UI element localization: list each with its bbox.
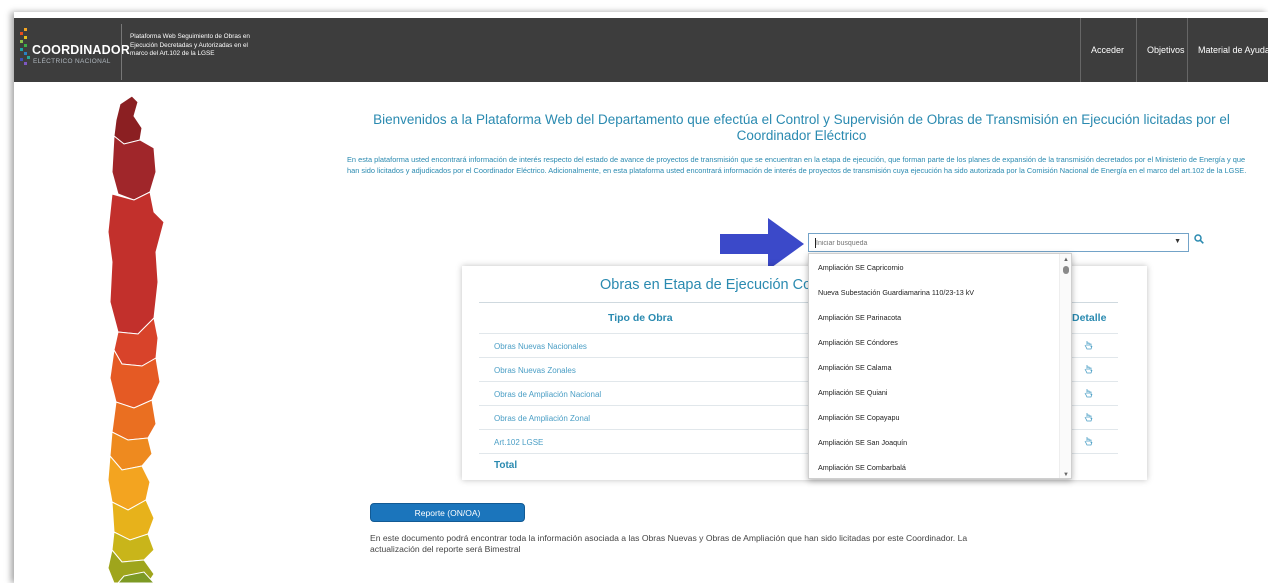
map-region-antofagasta[interactable]: [107, 191, 165, 335]
logo-divider: [121, 24, 122, 80]
welcome-text: En esta plataforma usted encontrará info…: [347, 155, 1247, 175]
dropdown-option[interactable]: Ampliación SE Copayapu: [809, 405, 1059, 430]
chile-regions-map: [107, 95, 165, 583]
welcome-title: Bienvenidos a la Plataforma Web del Depa…: [373, 112, 1230, 143]
top-navigation-bar: COORDINADOR ELÉCTRICO NACIONAL Plataform…: [14, 18, 1268, 82]
logo-title[interactable]: COORDINADOR: [32, 43, 130, 57]
nav-acceder[interactable]: Acceder: [1080, 18, 1134, 82]
dropdown-scrollbar[interactable]: ▲ ▼: [1059, 254, 1071, 478]
scroll-up-icon[interactable]: ▲: [1063, 257, 1069, 263]
scrollbar-thumb[interactable]: [1063, 266, 1069, 274]
report-description: En este documento podrá encontrar toda l…: [370, 533, 968, 554]
map-region-tarapaca[interactable]: [111, 135, 157, 201]
search-icon[interactable]: [1194, 234, 1204, 244]
nav-objetivos[interactable]: Objetivos: [1136, 18, 1195, 82]
total-label: Total: [494, 460, 518, 471]
dropdown-option[interactable]: Ampliación SE Quiani: [809, 380, 1059, 405]
logo-subtitle: ELÉCTRICO NACIONAL: [33, 58, 111, 65]
search-select[interactable]: ▼: [808, 233, 1189, 252]
dropdown-option[interactable]: Ampliación SE Cóndores: [809, 330, 1059, 355]
hand-pointer-icon[interactable]: [1084, 412, 1093, 422]
chevron-down-icon[interactable]: ▼: [1174, 238, 1181, 245]
scroll-down-icon[interactable]: ▼: [1063, 472, 1069, 478]
row-link-obras-nuevas-zonales[interactable]: Obras Nuevas Zonales: [494, 366, 576, 375]
logo-mark-icon: [20, 28, 30, 72]
dropdown-option[interactable]: Ampliación SE San Joaquín: [809, 430, 1059, 455]
browser-viewport: COORDINADOR ELÉCTRICO NACIONAL Plataform…: [14, 12, 1268, 583]
dropdown-option[interactable]: Ampliación SE Calama: [809, 355, 1059, 380]
search-input[interactable]: [816, 237, 1156, 249]
dropdown-option[interactable]: Nueva Subestación Guardiamarina 110/23-1…: [809, 280, 1059, 305]
dropdown-option[interactable]: Ampliación SE Combarbalá: [809, 455, 1059, 478]
hand-pointer-icon[interactable]: [1084, 340, 1093, 350]
column-header-detalle: Detalle: [1072, 312, 1107, 324]
row-link-obras-nuevas-nacionales[interactable]: Obras Nuevas Nacionales: [494, 342, 587, 351]
row-link-art102-lgse[interactable]: Art.102 LGSE: [494, 438, 543, 447]
row-link-obras-ampliacion-nacional[interactable]: Obras de Ampliación Nacional: [494, 390, 601, 399]
hand-pointer-icon[interactable]: [1084, 364, 1093, 374]
column-header-tipo: Tipo de Obra: [608, 312, 673, 324]
hand-pointer-icon[interactable]: [1084, 436, 1093, 446]
pointer-arrow-icon: [720, 218, 804, 270]
platform-title: Plataforma Web Seguimiento de Obras en E…: [130, 33, 250, 58]
nav-material-de-ayuda[interactable]: Material de Ayuda: [1187, 18, 1268, 82]
hand-pointer-icon[interactable]: [1084, 388, 1093, 398]
card-title: Obras en Etapa de Ejecución Co: [600, 277, 812, 293]
search-dropdown-list: Ampliación SE Capricornio Nueva Subestac…: [808, 253, 1072, 479]
row-link-obras-ampliacion-zonal[interactable]: Obras de Ampliación Zonal: [494, 414, 590, 423]
map-region-arica[interactable]: [113, 95, 143, 145]
dropdown-option[interactable]: Ampliación SE Parinacota: [809, 305, 1059, 330]
report-button[interactable]: Reporte (ON/OA): [370, 503, 525, 522]
dropdown-option[interactable]: Ampliación SE Capricornio: [809, 255, 1059, 280]
